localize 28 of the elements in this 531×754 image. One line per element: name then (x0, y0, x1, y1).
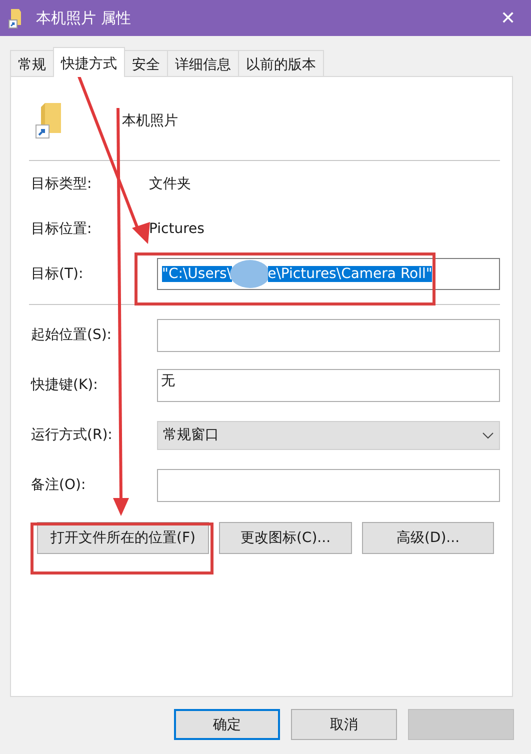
field-label: 快捷键(K): (31, 376, 99, 394)
tab[interactable]: 快捷方式 (53, 47, 125, 77)
chevron-down-icon (482, 432, 494, 438)
field-label: 备注(O): (31, 476, 87, 494)
text-field[interactable] (157, 318, 500, 352)
text-field[interactable] (157, 468, 500, 502)
window-title: 本机照片 属性 (36, 8, 132, 28)
field-label: 目标类型: (31, 174, 93, 192)
action-button[interactable]: 高级(D)... (362, 522, 494, 554)
redaction-blob (230, 260, 270, 288)
dialog-button[interactable]: 确定 (174, 709, 280, 740)
field-label: 运行方式(R): (31, 426, 114, 444)
field-value: 文件夹 (148, 174, 191, 192)
field-label: 目标(T): (31, 264, 84, 282)
tab[interactable]: 以前的版本 (238, 50, 324, 76)
text-field[interactable]: 无 (157, 368, 500, 402)
field-label: 起始位置(S): (31, 326, 113, 344)
action-button[interactable]: 打开文件所在的位置(F) (37, 522, 209, 554)
field-value: Pictures (148, 220, 204, 236)
shortcut-name: 本机照片 (122, 112, 178, 130)
dropdown-value: 常规窗口 (163, 426, 219, 444)
action-button[interactable]: 更改图标(C)... (219, 522, 352, 554)
target-text: e\Pictures\Camera Roll" (268, 266, 432, 282)
dropdown[interactable]: 常规窗口 (157, 420, 500, 450)
tab[interactable]: 常规 (10, 50, 54, 76)
dialog-button[interactable]: 取消 (291, 709, 397, 740)
close-button[interactable]: ✕ (485, 0, 531, 36)
field-label: 目标位置: (31, 220, 93, 238)
